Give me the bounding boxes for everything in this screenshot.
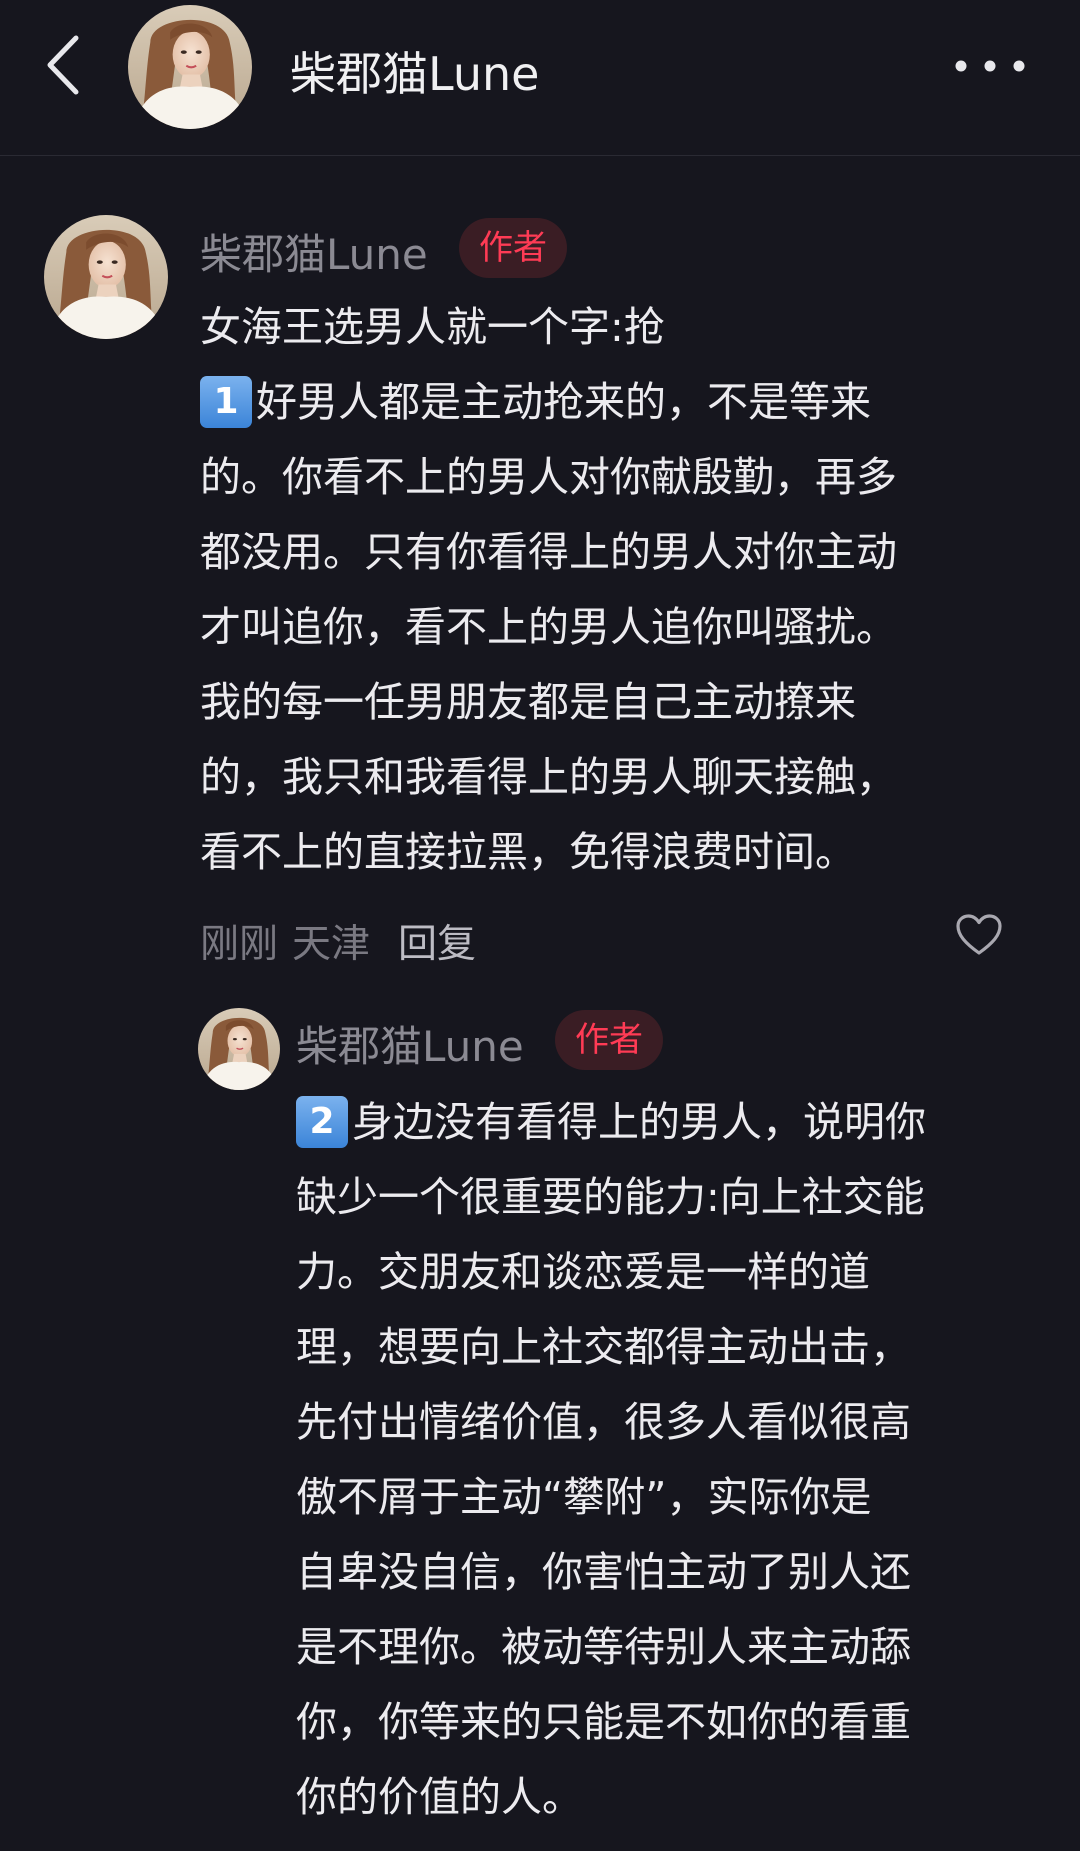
comment-line: 2 身边没有看得上的男人，说明你 [296,1085,1056,1160]
avatar-image [198,1008,280,1090]
comment-line: 的。你看不上的男人对你献殷勤，再多 [200,453,897,501]
comment-line: 你，你等来的只能是不如你的看重 [296,1698,911,1746]
number-badge-icon: 1 [200,376,252,428]
comment-line: 女海王选男人就一个字:抢 [200,303,665,351]
comment-line: 我的每一任男朋友都是自己主动撩来 [200,678,856,726]
comment-line: 理，想要向上社交都得主动出击， [296,1323,911,1371]
like-heart-icon[interactable] [955,913,1003,957]
author-badge: 作者 [459,218,567,278]
comment-line: 是不理你。被动等待别人来主动舔 [296,1623,911,1671]
comment-avatar[interactable] [44,215,168,339]
comment-time: 刚刚 [200,922,279,967]
comment-line: 都没用。只有你看得上的男人对你主动 [200,528,897,576]
comment-line: 傲不屑于主动“攀附”，实际你是 [296,1473,872,1521]
avatar[interactable] [128,5,252,129]
comment-meta: 刚刚 天津 回复 [200,913,476,969]
avatar-image [128,5,252,129]
comment-line: 自卑没自信，你害怕主动了别人还 [296,1548,911,1596]
comment-line: 的，我只和我看得上的男人聊天接触， [200,753,897,801]
comment-location: 天津 [292,922,371,967]
comment-line: 1 好男人都是主动抢来的，不是等来 [200,365,1040,440]
comment-line: 力。交朋友和谈恋爱是一样的道 [296,1248,870,1296]
comment-line-text: 好男人都是主动抢来的，不是等来 [256,378,871,426]
comment-line-text: 身边没有看得上的男人，说明你 [352,1098,926,1146]
reply-author-name[interactable]: 柴郡猫Lune [296,1013,524,1074]
comment-line: 才叫追你，看不上的男人追你叫骚扰。 [200,603,897,651]
back-arrow-icon[interactable] [40,30,90,100]
page-title[interactable]: 柴郡猫Lune [290,38,539,104]
comment-line: 先付出情绪价值，很多人看似很高 [296,1398,911,1446]
number-badge-icon: 2 [296,1096,348,1148]
comment-line: 你的价值的人。 [296,1773,583,1821]
reply-avatar[interactable] [198,1008,280,1090]
more-options-icon[interactable] [950,46,1030,86]
comment-author-name[interactable]: 柴郡猫Lune [200,221,428,282]
avatar-image [44,215,168,339]
comment-line: 看不上的直接拉黑，免得浪费时间。 [200,828,856,876]
top-bar: 柴郡猫Lune [0,0,1080,156]
author-badge: 作者 [555,1010,663,1070]
reply-button[interactable]: 回复 [398,922,476,967]
comment-line: 缺少一个很重要的能力:向上社交能 [296,1173,925,1221]
reply-text: 2 身边没有看得上的男人，说明你 缺少一个很重要的能力:向上社交能 力。交朋友和谈… [296,1085,1056,1835]
comment-text: 女海王选男人就一个字:抢 1 好男人都是主动抢来的，不是等来 的。你看不上的男人对… [200,290,1040,890]
